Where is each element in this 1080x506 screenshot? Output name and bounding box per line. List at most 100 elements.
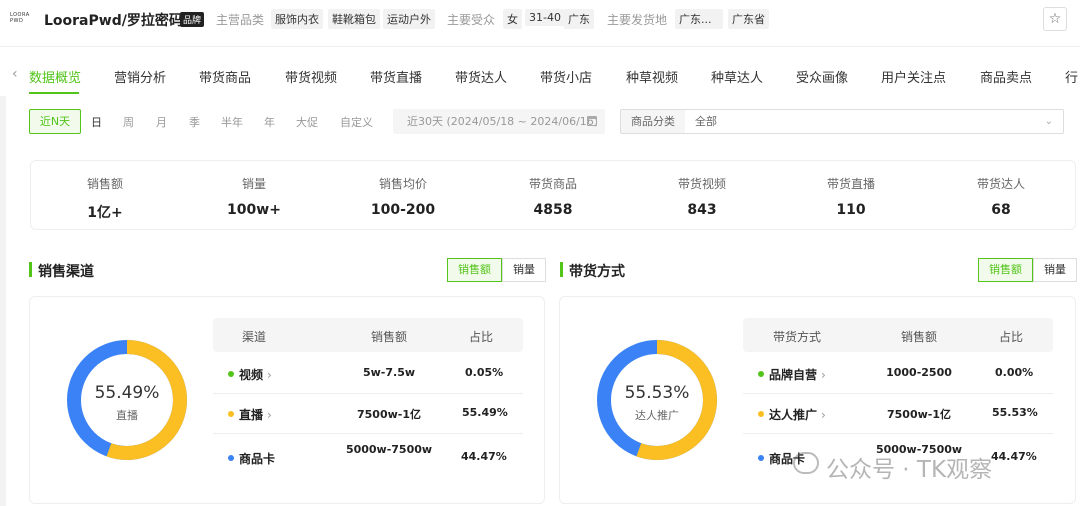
table-row[interactable]: 商品卡 5000w-7500w 44.47% xyxy=(213,438,523,478)
sales-method-title: 带货方式 xyxy=(569,264,625,280)
brand-name: LooraPwd/罗拉密码 xyxy=(44,13,183,29)
nav-scroll-left-icon[interactable]: ‹ xyxy=(12,66,18,82)
stat-item: 带货视频 843 xyxy=(632,175,772,218)
time-tab-day[interactable]: 日 xyxy=(91,114,102,130)
category-value: 全部 xyxy=(695,115,717,128)
tab-overview[interactable]: 数据概览 xyxy=(29,67,81,86)
category-select[interactable]: 商品分类 全部 ⌄ xyxy=(620,109,1064,134)
stat-item: 带货直播 110 xyxy=(781,175,921,218)
brand-logo: LOORA PWD xyxy=(10,12,30,24)
table-row[interactable]: 视频 › 5w-7.5w 0.05% xyxy=(213,354,523,394)
time-tab-half-year[interactable]: 半年 xyxy=(221,114,243,130)
row-pct: 44.47% xyxy=(991,450,1037,463)
sales-method-donut: 55.53% 达人推广 xyxy=(596,339,718,461)
audience-tag: 广东 xyxy=(564,9,594,29)
row-value: 1000-2500 xyxy=(886,366,952,379)
section-marker xyxy=(560,262,563,277)
legend-dot xyxy=(228,455,234,461)
row-value: 5000w-7500w xyxy=(345,443,433,456)
tab-selling-points[interactable]: 商品卖点 xyxy=(980,67,1032,86)
wechat-icon xyxy=(793,452,819,474)
toggle-sales-volume[interactable]: 销量 xyxy=(1033,258,1077,282)
time-tab-custom[interactable]: 自定义 xyxy=(340,114,373,130)
section-marker xyxy=(29,262,32,277)
time-tab-quarter[interactable]: 季 xyxy=(189,114,200,130)
tab-shops[interactable]: 带货小店 xyxy=(540,67,592,86)
tab-user-focus[interactable]: 用户关注点 xyxy=(881,67,946,86)
tab-videos[interactable]: 带货视频 xyxy=(285,67,337,86)
time-tab-week[interactable]: 周 xyxy=(123,114,134,130)
time-tab-promo[interactable]: 大促 xyxy=(296,114,318,130)
time-tab-year[interactable]: 年 xyxy=(264,114,275,130)
stat-item: 销售额 1亿+ xyxy=(35,175,175,222)
tab-live[interactable]: 带货直播 xyxy=(370,67,422,86)
date-range-picker[interactable]: 近30天 (2024/05/18 ~ 2024/06/16) xyxy=(393,109,605,134)
category-tag: 鞋靴箱包 xyxy=(328,9,380,29)
calendar-icon xyxy=(587,116,597,126)
favorite-star-icon[interactable]: ☆ xyxy=(1043,7,1067,31)
stat-value: 68 xyxy=(991,202,1011,218)
tab-seeding-influencers[interactable]: 种草达人 xyxy=(711,67,763,86)
donut-percentage: 55.49% xyxy=(94,383,160,403)
tab-influencers[interactable]: 带货达人 xyxy=(455,67,507,86)
table-row[interactable]: 直播 › 7500w-1亿 55.49% xyxy=(213,394,523,434)
time-tab-recent[interactable]: 近N天 xyxy=(29,109,81,134)
row-pct: 0.00% xyxy=(995,366,1034,379)
donut-label: 直播 xyxy=(116,409,138,422)
row-name: 品牌自营 › xyxy=(769,368,826,382)
stat-label: 带货商品 xyxy=(528,177,577,191)
stat-value: 1亿+ xyxy=(87,205,123,221)
row-name: 达人推广 › xyxy=(769,408,826,422)
ship-tag: 广东... xyxy=(675,9,723,29)
audience-tag: 女 xyxy=(503,9,522,29)
stat-item: 销量 100w+ xyxy=(184,175,324,218)
category-tag: 服饰内衣 xyxy=(271,9,323,29)
ship-tag: 广东省 xyxy=(728,9,769,29)
stat-item: 带货商品 4858 xyxy=(483,175,623,218)
toggle-sales-amount[interactable]: 销售额 xyxy=(978,258,1033,282)
stat-value: 843 xyxy=(687,202,717,218)
tab-audience[interactable]: 受众画像 xyxy=(796,67,848,86)
header-cell: 销售额 xyxy=(901,330,938,344)
row-pct: 44.47% xyxy=(461,450,507,463)
toggle-sales-volume[interactable]: 销量 xyxy=(502,258,546,282)
stat-label: 带货视频 xyxy=(677,177,726,191)
sales-channel-toggle: 销售额 销量 xyxy=(447,258,546,282)
tab-more[interactable]: 行 xyxy=(1065,67,1078,86)
stat-label: 销售均价 xyxy=(378,177,427,191)
time-tab-month[interactable]: 月 xyxy=(156,114,167,130)
category-label: 商品分类 xyxy=(621,110,685,133)
row-pct: 0.05% xyxy=(465,366,504,379)
stat-label: 带货直播 xyxy=(826,177,875,191)
row-pct: 55.49% xyxy=(462,406,508,419)
sales-channel-donut: 55.49% 直播 xyxy=(66,339,188,461)
chevron-down-icon: ⌄ xyxy=(1044,116,1053,127)
stat-value: 100-200 xyxy=(370,202,436,218)
legend-dot xyxy=(758,371,764,377)
table-row[interactable]: 达人推广 › 7500w-1亿 55.53% xyxy=(743,394,1053,434)
legend-dot xyxy=(228,411,234,417)
legend-dot xyxy=(758,455,764,461)
sales-method-toggle: 销售额 销量 xyxy=(978,258,1077,282)
tab-seeding-videos[interactable]: 种草视频 xyxy=(626,67,678,86)
row-value: 7500w-1亿 xyxy=(887,408,951,421)
stat-label: 销量 xyxy=(241,177,266,191)
tab-products[interactable]: 带货商品 xyxy=(199,67,251,86)
header-cell: 带货方式 xyxy=(773,330,822,344)
header-cell: 销售额 xyxy=(371,330,408,344)
toggle-sales-amount[interactable]: 销售额 xyxy=(447,258,502,282)
left-strip xyxy=(0,96,6,506)
table-header: 渠道 销售额 占比 xyxy=(213,318,523,352)
row-value: 7500w-1亿 xyxy=(357,408,421,421)
row-name: 直播 › xyxy=(239,408,272,422)
main-category-label: 主营品类 xyxy=(216,13,265,27)
date-range-text: 近30天 (2024/05/18 ~ 2024/06/16) xyxy=(407,115,599,128)
stats-panel: 销售额 1亿+ 销量 100w+ 销售均价 100-200 带货商品 4858 带货视频… xyxy=(30,160,1076,230)
donut-percentage: 55.53% xyxy=(624,383,690,403)
donut-label: 达人推广 xyxy=(635,409,679,422)
legend-dot xyxy=(758,411,764,417)
tab-marketing[interactable]: 营销分析 xyxy=(114,67,166,86)
legend-dot xyxy=(228,371,234,377)
audience-tag: 31-40 xyxy=(525,9,565,26)
table-row[interactable]: 品牌自营 › 1000-2500 0.00% xyxy=(743,354,1053,394)
